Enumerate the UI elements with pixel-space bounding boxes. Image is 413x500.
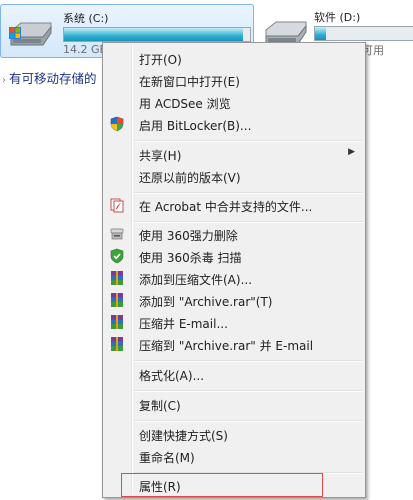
menu-item-360-force-delete[interactable]: 使用 360强力删除 (105, 223, 363, 245)
acrobat-icon (110, 198, 124, 213)
menu-item-label: 添加到 "Archive.rar"(T) (139, 295, 273, 309)
menu-item-label: 创建快捷方式(S) (139, 429, 228, 443)
submenu-arrow-icon: ▶ (348, 147, 355, 157)
menu-item-label: 打开(O) (139, 53, 182, 67)
menu-item-label: 压缩到 "Archive.rar" 并 E-mail (139, 339, 314, 353)
properties-highlight-box (121, 473, 323, 497)
menu-item-acdsee-browse[interactable]: 用 ACDSee 浏览 (105, 91, 363, 113)
shield-icon (110, 116, 124, 132)
chevron-right-icon: › (2, 75, 6, 86)
menu-item-label: 使用 360杀毒 扫描 (139, 251, 242, 265)
drive-d-usage-bar (314, 26, 413, 41)
menu-item-label: 复制(C) (139, 399, 181, 413)
menu-item-label: 用 ACDSee 浏览 (139, 97, 231, 111)
menu-item-add-to-archive[interactable]: 添加到压缩文件(A)... (105, 267, 363, 289)
drive-d-name: 软件 (D:) (314, 11, 361, 24)
menu-item-copy[interactable]: 复制(C) (105, 393, 363, 415)
menu-item-label: 格式化(A)... (139, 369, 205, 383)
drive-c-name: 系统 (C:) (63, 12, 109, 25)
menu-item-label: 在 Acrobat 中合并支持的文件... (139, 200, 313, 214)
menu-item-compress-and-email[interactable]: 压缩并 E-mail... (105, 311, 363, 333)
menu-item-360-antivirus-scan[interactable]: 使用 360杀毒 扫描 (105, 245, 363, 267)
drive-c-usage-bar (63, 27, 251, 42)
menu-item-label: 添加到压缩文件(A)... (139, 273, 253, 287)
menu-item-add-to-archive-rar[interactable]: 添加到 "Archive.rar"(T) (105, 289, 363, 311)
drive-c-free-space: 14.2 GB (63, 43, 108, 56)
hard-drive-icon (9, 22, 52, 46)
menu-item-label: 启用 BitLocker(B)... (139, 119, 252, 133)
menu-separator (134, 420, 363, 422)
removable-storage-section[interactable]: › 有可移动存储的 (2, 68, 97, 87)
menu-item-rename[interactable]: 重命名(M) (105, 445, 363, 467)
menu-item-create-shortcut[interactable]: 创建快捷方式(S) (105, 423, 363, 445)
menu-item-bitlocker[interactable]: 启用 BitLocker(B)... (105, 113, 363, 135)
section-label: 有可移动存储的 (9, 71, 97, 86)
menu-item-format[interactable]: 格式化(A)... (105, 363, 363, 385)
menu-separator (134, 360, 363, 362)
menu-item-label: 还原以前的版本(V) (139, 171, 241, 185)
menu-item-restore-previous[interactable]: 还原以前的版本(V) (105, 165, 363, 187)
menu-separator (134, 390, 363, 392)
menu-item-label: 压缩并 E-mail... (139, 317, 228, 331)
menu-item-acrobat-merge[interactable]: 在 Acrobat 中合并支持的文件... (105, 194, 363, 216)
360-antivirus-icon (110, 248, 124, 264)
menu-item-compress-rar-and-email[interactable]: 压缩到 "Archive.rar" 并 E-mail (105, 333, 363, 355)
context-menu: 打开(O) 在新窗口中打开(E) 用 ACDSee 浏览 启用 BitLocke… (102, 42, 366, 498)
winrar-icon (111, 271, 123, 285)
menu-item-label: 使用 360强力删除 (139, 229, 238, 243)
winrar-icon (111, 293, 123, 307)
menu-item-label: 在新窗口中打开(E) (139, 75, 240, 89)
winrar-icon (111, 315, 123, 329)
drive-c-usage-fill (64, 28, 243, 41)
menu-item-share[interactable]: 共享(H) ▶ (105, 143, 363, 165)
menu-item-open-new-window[interactable]: 在新窗口中打开(E) (105, 69, 363, 91)
360-delete-icon (110, 228, 124, 240)
winrar-icon (111, 337, 123, 351)
menu-item-open[interactable]: 打开(O) (105, 47, 363, 69)
drive-d-usage-fill (315, 27, 326, 40)
menu-item-label: 重命名(M) (139, 451, 195, 465)
menu-separator (134, 140, 363, 142)
menu-item-label: 共享(H) (139, 149, 182, 163)
